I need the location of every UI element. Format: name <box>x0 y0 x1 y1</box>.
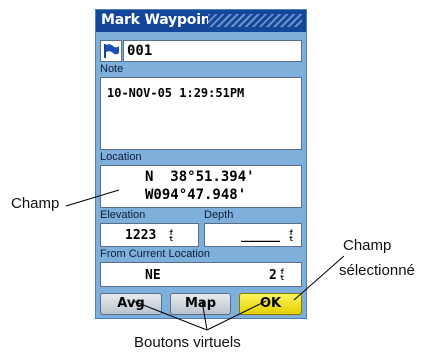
field-callout-line <box>65 189 120 207</box>
selected-field-annotation-line2: sélectionné <box>339 262 415 279</box>
buttons-callout-line-map <box>201 300 208 331</box>
field-annotation: Champ <box>11 195 60 212</box>
selected-field-annotation-line1: Champ <box>343 237 392 254</box>
virtual-buttons-annotation: Boutons virtuels <box>134 334 241 351</box>
buttons-callout-line-ok <box>206 300 267 331</box>
selected-field-callout-line <box>293 255 345 301</box>
annotation-lines <box>65 189 345 331</box>
buttons-callout-line-avg <box>132 300 208 331</box>
